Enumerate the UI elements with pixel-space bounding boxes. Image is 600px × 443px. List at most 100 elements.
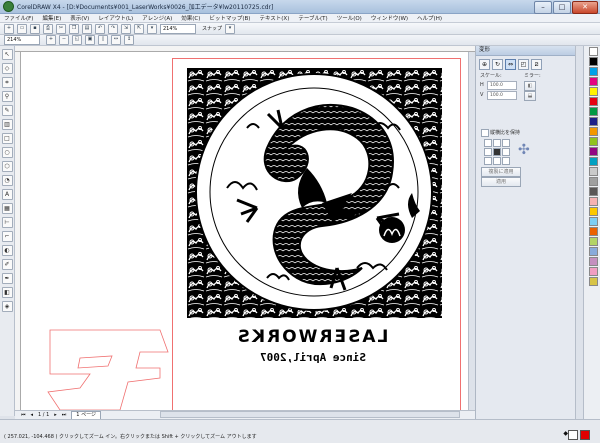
menu-help[interactable]: ヘルプ(H): [417, 14, 442, 22]
maximize-button[interactable]: □: [553, 1, 571, 14]
laserworks-text[interactable]: LASERWORKS: [212, 327, 412, 347]
apply-button[interactable]: 適用: [481, 177, 521, 187]
snap-label[interactable]: スナップ: [202, 25, 222, 32]
palette-swatch[interactable]: [589, 107, 598, 116]
minimize-button[interactable]: –: [534, 1, 552, 14]
ellipse-tool-icon[interactable]: ○: [1, 147, 13, 158]
last-page-icon[interactable]: ⏭: [62, 412, 67, 418]
apply-to-duplicate-button[interactable]: 複製に適用: [481, 167, 521, 177]
anchor-bc[interactable]: [493, 157, 501, 165]
zoom-height-icon[interactable]: ↕: [124, 35, 134, 45]
size-tab-icon[interactable]: ◰: [518, 59, 529, 70]
smart-fill-icon[interactable]: ▥: [1, 119, 13, 130]
anchor-center[interactable]: [493, 148, 501, 156]
dimension-tool-icon[interactable]: ⊢: [1, 217, 13, 228]
cut-line-shape[interactable]: [40, 322, 170, 412]
anchor-ml[interactable]: [484, 148, 492, 156]
position-tab-icon[interactable]: ⊕: [479, 59, 490, 70]
palette-swatch[interactable]: [589, 157, 598, 166]
open-folder-icon[interactable]: ▭: [17, 23, 27, 34]
mirror-vertical-icon[interactable]: ⬓: [524, 91, 536, 101]
anchor-tr[interactable]: [502, 139, 510, 147]
rotate-tab-icon[interactable]: ↻: [492, 59, 503, 70]
polygon-tool-icon[interactable]: ⬡: [1, 161, 13, 172]
save-icon[interactable]: ▪: [30, 23, 40, 34]
palette-swatch[interactable]: [589, 207, 598, 216]
application-launcher-icon[interactable]: ▾: [147, 23, 157, 34]
connector-tool-icon[interactable]: ⌐: [1, 231, 13, 242]
import-icon[interactable]: ⇲: [121, 23, 131, 34]
crop-tool-icon[interactable]: ⌗: [1, 77, 13, 88]
menu-text[interactable]: テキスト(X): [259, 14, 289, 22]
menu-edit[interactable]: 編集(E): [42, 14, 61, 22]
interactive-fill-icon[interactable]: ◈: [1, 301, 13, 312]
scale-mirror-tab-icon[interactable]: ⇔: [505, 59, 516, 70]
rectangle-tool-icon[interactable]: □: [1, 133, 13, 144]
close-button[interactable]: ✕: [572, 1, 598, 14]
palette-swatch[interactable]: [589, 197, 598, 206]
palette-swatch[interactable]: [589, 247, 598, 256]
palette-swatch[interactable]: [589, 67, 598, 76]
horizontal-scrollbar[interactable]: [160, 411, 460, 418]
docker-side-tabs[interactable]: [575, 46, 583, 419]
export-icon[interactable]: ⇱: [134, 23, 144, 34]
anchor-mr[interactable]: [502, 148, 510, 156]
interactive-blend-icon[interactable]: ◐: [1, 245, 13, 256]
zoom-width-icon[interactable]: ↔: [111, 35, 121, 45]
anchor-tl[interactable]: [484, 139, 492, 147]
since-text[interactable]: Since April,2007: [228, 351, 398, 365]
next-page-icon[interactable]: ▸: [54, 412, 57, 418]
palette-swatch[interactable]: [589, 267, 598, 276]
menu-bitmaps[interactable]: ビットマップ(B): [209, 14, 250, 22]
zoom-level-select[interactable]: 214%: [160, 23, 196, 34]
palette-swatch[interactable]: [589, 47, 598, 56]
property-zoom-select[interactable]: 214%: [4, 35, 40, 45]
shape-tool-icon[interactable]: ◇: [1, 63, 13, 74]
dragon-engraving-artwork[interactable]: [187, 68, 442, 318]
print-icon[interactable]: ⎙: [43, 23, 53, 34]
palette-swatch[interactable]: [589, 87, 598, 96]
menu-file[interactable]: ファイル(F): [4, 14, 33, 22]
paste-icon[interactable]: ▤: [82, 23, 92, 34]
zoom-page-icon[interactable]: ▯: [98, 35, 108, 45]
text-tool-icon[interactable]: A: [1, 189, 13, 200]
zoom-selected-icon[interactable]: ◱: [72, 35, 82, 45]
menu-view[interactable]: 表示(V): [70, 14, 89, 22]
eyedropper-icon[interactable]: ✐: [1, 259, 13, 270]
menu-table[interactable]: テーブル(T): [298, 14, 327, 22]
zoom-all-icon[interactable]: ▣: [85, 35, 95, 45]
snap-dropdown-icon[interactable]: ▾: [225, 23, 236, 34]
new-document-icon[interactable]: +: [4, 23, 14, 34]
palette-swatch[interactable]: [589, 117, 598, 126]
palette-swatch[interactable]: [589, 167, 598, 176]
palette-swatch[interactable]: [589, 277, 598, 286]
palette-swatch[interactable]: [589, 187, 598, 196]
first-page-icon[interactable]: ⏮: [21, 412, 26, 418]
menu-layout[interactable]: レイアウト(L): [98, 14, 133, 22]
palette-swatch[interactable]: [589, 237, 598, 246]
prev-page-icon[interactable]: ◂: [31, 412, 34, 418]
palette-swatch[interactable]: [589, 127, 598, 136]
scale-v-field[interactable]: 100.0: [487, 91, 517, 100]
menu-window[interactable]: ウィンドウ(W): [371, 14, 408, 22]
fill-bucket-icon[interactable]: ◧: [1, 287, 13, 298]
outline-pen-icon[interactable]: ✒: [1, 273, 13, 284]
aspect-checkbox[interactable]: [481, 129, 489, 137]
zoom-out-icon[interactable]: −: [59, 35, 69, 45]
palette-swatch[interactable]: [589, 147, 598, 156]
basic-shapes-icon[interactable]: ◔: [1, 175, 13, 186]
anchor-bl[interactable]: [484, 157, 492, 165]
table-tool-icon[interactable]: ▦: [1, 203, 13, 214]
outline-color-swatch[interactable]: [568, 430, 578, 440]
menu-tools[interactable]: ツール(O): [337, 14, 362, 22]
copy-icon[interactable]: ❐: [69, 23, 79, 34]
anchor-tc[interactable]: [493, 139, 501, 147]
anchor-br[interactable]: [502, 157, 510, 165]
menu-arrange[interactable]: アレンジ(A): [142, 14, 172, 22]
palette-swatch[interactable]: [589, 227, 598, 236]
palette-swatch[interactable]: [589, 217, 598, 226]
palette-swatch[interactable]: [589, 77, 598, 86]
palette-swatch[interactable]: [589, 97, 598, 106]
scale-h-field[interactable]: 100.0: [487, 81, 517, 90]
zoom-in-icon[interactable]: +: [46, 35, 56, 45]
